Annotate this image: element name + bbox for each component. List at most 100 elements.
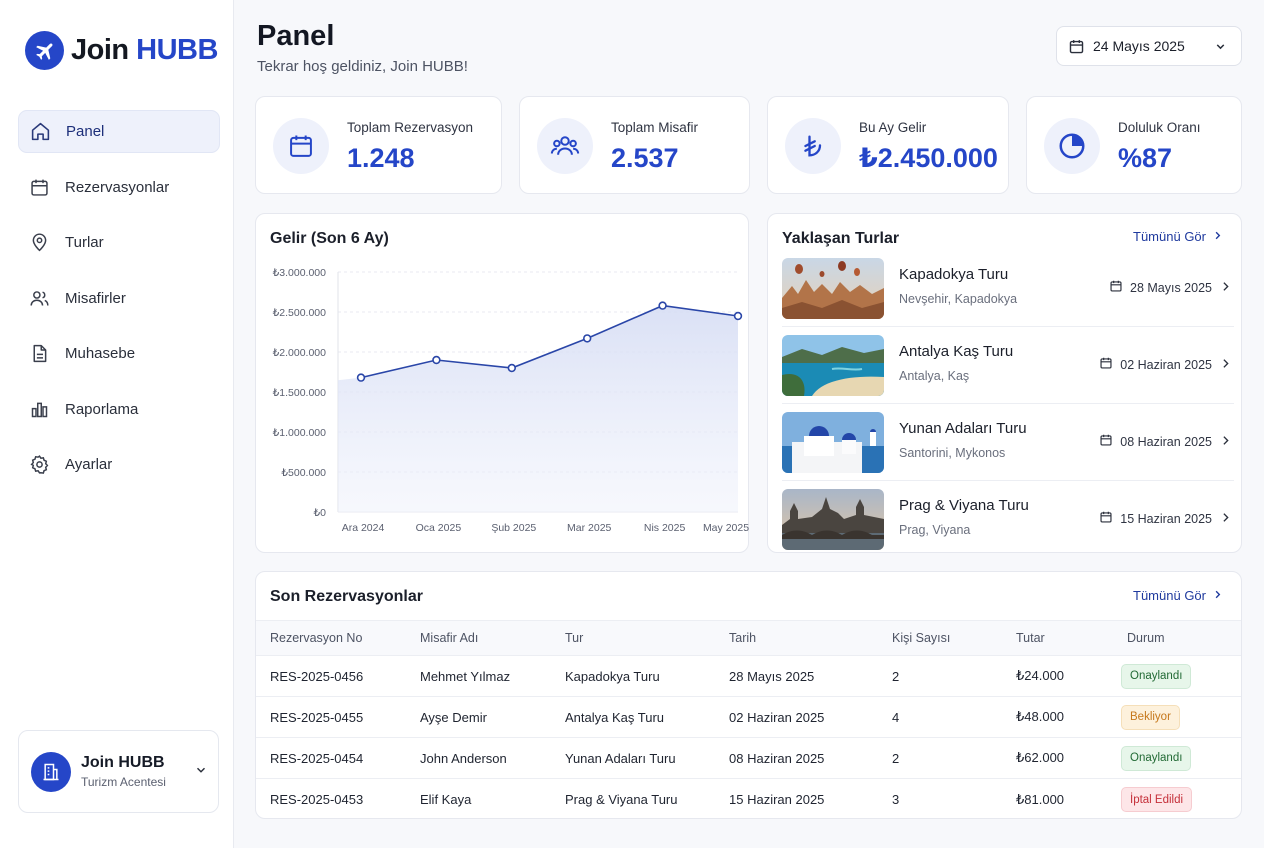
- amount: ₺24.000: [1016, 668, 1065, 683]
- page-subtitle: Tekrar hoş geldiniz, Join HUBB!: [257, 58, 468, 75]
- brand-name: Join HUBB: [71, 34, 218, 67]
- y-tick-label: ₺3.000.000: [273, 267, 327, 279]
- column-header[interactable]: Misafir Adı: [420, 621, 478, 655]
- tour-location: Nevşehir, Kapadokya: [899, 292, 1018, 306]
- revenue-chart: ₺0 ₺500.000 ₺1.000.000 ₺1.500.000 ₺2.000.000…: [273, 267, 750, 534]
- tour-date: 02 Haziran 2025: [1099, 356, 1212, 373]
- account-switcher[interactable]: Join HUBB Turizm Acentesi: [18, 730, 219, 813]
- see-all-label: Tümünü Gör: [1133, 588, 1206, 603]
- tour-item-yunan[interactable]: Yunan Adaları Turu Santorini, Mykonos 08…: [782, 404, 1234, 481]
- tours-see-all-link[interactable]: Tümünü Gör: [1133, 229, 1223, 244]
- calendar-icon: [273, 118, 329, 174]
- tour-name: Prag & Viyana Turu: [565, 792, 678, 807]
- reservations-see-all-link[interactable]: Tümünü Gör: [1133, 588, 1223, 603]
- upcoming-tours-card: Yaklaşan Turlar Tümünü Gör Kapadokya Tur…: [767, 213, 1242, 553]
- calendar-icon: [1099, 510, 1113, 527]
- tour-thumbnail: [782, 412, 884, 473]
- chevron-down-icon: [194, 763, 208, 782]
- column-header[interactable]: Tur: [565, 621, 583, 655]
- reservation-no: RES-2025-0453: [270, 792, 364, 807]
- guest-count: 4: [892, 709, 900, 725]
- x-tick-label: Nis 2025: [644, 522, 686, 534]
- status-badge: İptal Edildi: [1121, 787, 1193, 812]
- reservation-no: RES-2025-0454: [270, 750, 364, 766]
- tour-name: Antalya Kaş Turu: [565, 709, 664, 725]
- tour-name: Kapadokya Turu: [899, 266, 1009, 283]
- sidebar-item-ayarlar[interactable]: Ayarlar: [18, 443, 220, 486]
- stat-value: 1.248: [347, 143, 415, 173]
- tour-name: Antalya Kaş Turu: [899, 343, 1014, 360]
- column-header[interactable]: Tutar: [1016, 621, 1045, 655]
- reservation-date: 08 Haziran 2025: [729, 750, 825, 766]
- stat-label: Toplam Rezervasyon: [347, 120, 474, 135]
- y-tick-label: ₺1.500.000: [273, 387, 327, 399]
- amount: ₺48.000: [1016, 709, 1065, 724]
- sidebar-item-raporlama[interactable]: Raporlama: [18, 388, 220, 431]
- date-picker[interactable]: 24 Mayıs 2025: [1056, 26, 1242, 66]
- y-tick-label: ₺0: [313, 507, 326, 519]
- sidebar-item-label: Muhasebe: [65, 345, 136, 362]
- tour-location: Santorini, Mykonos: [899, 446, 1006, 460]
- column-header[interactable]: Durum: [1127, 621, 1165, 655]
- sidebar-item-label: Rezervasyonlar: [65, 178, 170, 196]
- column-header[interactable]: Rezervasyon No: [270, 621, 362, 655]
- sidebar-item-misafirler[interactable]: Misafirler: [18, 277, 220, 320]
- sidebar-nav: Panel Rezervasyonlar Turlar Misafirler M…: [18, 110, 220, 499]
- y-tick-label: ₺500.000: [281, 467, 326, 479]
- chevron-right-icon: [1219, 511, 1232, 524]
- stat-card-revenue: Bu Ay Gelir ₺2.450.000: [767, 96, 1009, 194]
- tours-title: Yaklaşan Turlar: [782, 230, 900, 247]
- document-icon: [28, 343, 50, 365]
- tour-item-antalya[interactable]: Antalya Kaş Turu Antalya, Kaş 02 Haziran…: [782, 327, 1234, 404]
- tour-name: Yunan Adaları Turu: [899, 420, 1027, 437]
- brand-name-first: Join: [71, 34, 137, 66]
- table-row[interactable]: RES-2025-0453 Elif Kaya Prag & Viyana Tu…: [256, 779, 1241, 818]
- calendar-icon: [1099, 356, 1113, 373]
- chevron-right-icon: [1219, 357, 1232, 370]
- revenue-chart-card: Gelir (Son 6 Ay) ₺0 ₺500.000 ₺1.000.000 ₺1.…: [255, 213, 749, 553]
- account-name: Join HUBB: [81, 754, 165, 771]
- column-header[interactable]: Kişi Sayısı: [892, 621, 950, 655]
- status-badge: Onaylandı: [1121, 663, 1192, 689]
- data-point: [356, 373, 366, 382]
- sidebar-item-turlar[interactable]: Turlar: [18, 221, 220, 264]
- stat-label: Doluluk Oranı: [1118, 120, 1201, 135]
- tour-thumbnail: [782, 489, 884, 550]
- chevron-down-icon: [1214, 40, 1227, 53]
- sidebar-item-rezervasyonlar[interactable]: Rezervasyonlar: [18, 166, 220, 209]
- stat-card-reservations: Toplam Rezervasyon 1.248: [255, 96, 502, 194]
- data-point: [583, 334, 592, 343]
- reservation-date: 15 Haziran 2025: [729, 792, 825, 807]
- airplane-icon: [25, 31, 64, 70]
- map-pin-icon: [28, 232, 50, 254]
- see-all-label: Tümünü Gör: [1133, 229, 1206, 244]
- sidebar-item-panel[interactable]: Panel: [18, 110, 220, 153]
- tour-item-prag[interactable]: Prag & Viyana Turu Prag, Viyana 15 Hazir…: [782, 481, 1234, 558]
- x-tick-label: Oca 2025: [416, 522, 462, 534]
- table-row[interactable]: RES-2025-0454 John Anderson Yunan Adalar…: [256, 738, 1241, 779]
- data-point: [658, 301, 667, 310]
- brand-logo[interactable]: Join HUBB: [25, 31, 218, 70]
- sidebar-item-muhasebe[interactable]: Muhasebe: [18, 332, 220, 375]
- table-row[interactable]: RES-2025-0456 Mehmet Yılmaz Kapadokya Tu…: [256, 656, 1241, 697]
- sidebar-item-label: Raporlama: [65, 400, 139, 418]
- sidebar-item-label: Misafirler: [65, 289, 126, 307]
- tour-name: Yunan Adaları Turu: [565, 750, 676, 766]
- tour-date: 28 Mayıs 2025: [1109, 279, 1212, 296]
- page-title: Panel: [257, 20, 335, 52]
- status-badge: Onaylandı: [1121, 745, 1192, 771]
- reservation-no: RES-2025-0455: [270, 709, 364, 725]
- bar-chart-icon: [28, 398, 50, 420]
- sidebar-item-label: Panel: [66, 123, 105, 140]
- chevron-right-icon: [1212, 588, 1223, 603]
- column-header[interactable]: Tarih: [729, 621, 756, 655]
- building-icon: [31, 751, 71, 792]
- tour-item-kapadokya[interactable]: Kapadokya Turu Nevşehir, Kapadokya 28 Ma…: [782, 250, 1234, 327]
- stat-label: Bu Ay Gelir: [859, 120, 927, 135]
- table-row[interactable]: RES-2025-0455 Ayşe Demir Antalya Kaş Tur…: [256, 697, 1241, 738]
- revenue-area: [338, 305, 738, 512]
- y-tick-label: ₺2.500.000: [273, 307, 327, 319]
- tour-thumbnail: [782, 335, 884, 396]
- calendar-icon: [1068, 38, 1085, 55]
- data-point: [507, 363, 517, 373]
